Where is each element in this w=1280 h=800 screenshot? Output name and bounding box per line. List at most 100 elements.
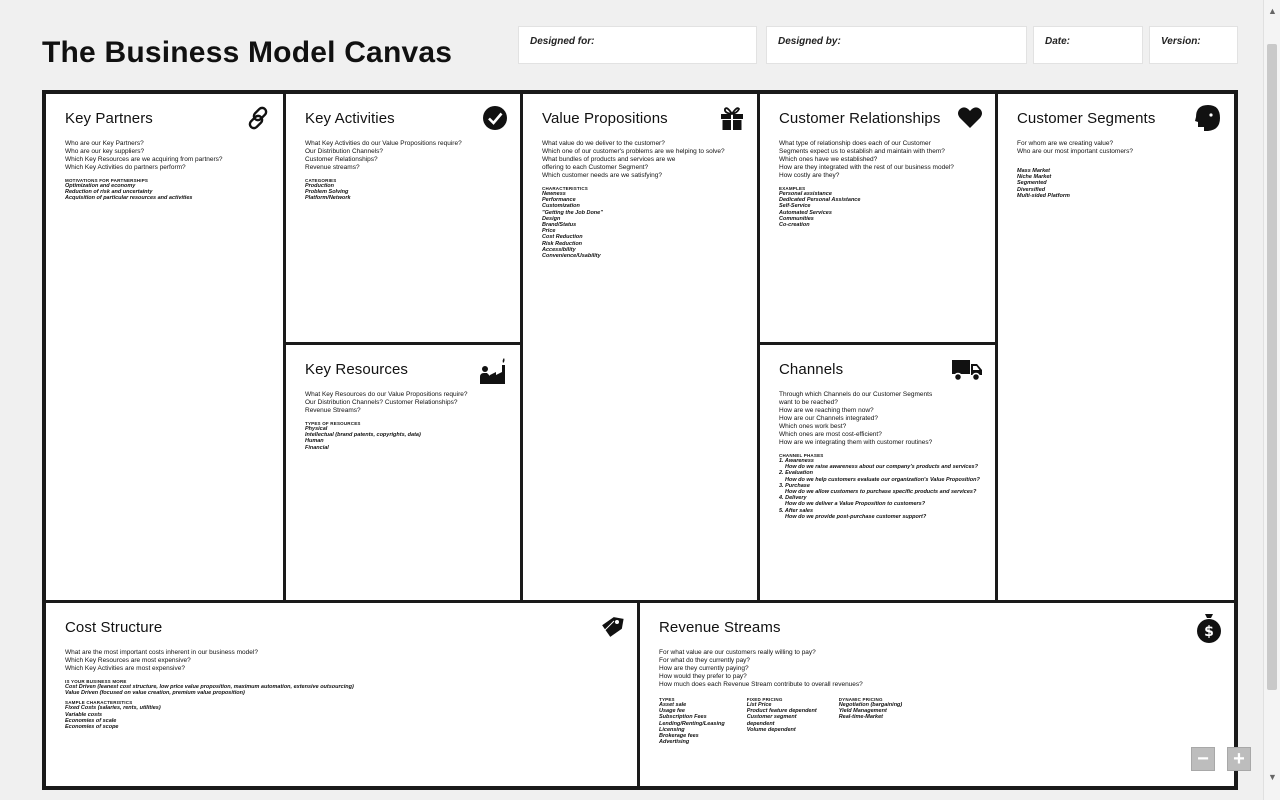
date-label: Date: [1045, 36, 1071, 47]
fixed-pricing-column: FIXED PRICING List Price Product feature… [747, 695, 817, 745]
version-field[interactable]: Version: [1149, 26, 1238, 64]
question: want to be reached? [779, 399, 838, 406]
question: Who are our Key Partners? [65, 140, 144, 147]
questions: What are the most important costs inhere… [65, 649, 637, 673]
question: Our Distribution Channels? [305, 148, 384, 155]
list-item: Platform/Network [305, 195, 351, 202]
question: How are they currently paying? [659, 665, 749, 672]
list-item: Real-time-Market [838, 714, 884, 721]
questions: Who are our Key Partners? Who are our ke… [65, 140, 283, 172]
question: What Key Resources do our Value Proposit… [305, 391, 468, 398]
questions: Through which Channels do our Customer S… [779, 391, 995, 447]
question: Who are our key suppliers? [65, 148, 145, 155]
version-label: Version: [1161, 36, 1201, 47]
question: What are the most important costs inhere… [65, 649, 258, 656]
question: Revenue Streams? [305, 407, 361, 414]
phase-desc: How do we allow customers to purchase sp… [785, 489, 977, 496]
questions: What Key Activities do our Value Proposi… [305, 140, 520, 172]
question: Revenue streams? [305, 164, 360, 171]
list-item: Advertising [659, 739, 690, 746]
factory-worker-icon [480, 358, 505, 384]
zoom-in-button[interactable]: + [1227, 747, 1251, 771]
heart-icon [958, 107, 982, 128]
question: What Key Activities do our Value Proposi… [305, 140, 462, 147]
block-title: Cost Structure [65, 619, 163, 636]
question: Which one of our customer's problems are… [542, 148, 725, 155]
list-item: Acquisition of particular resources and … [65, 195, 193, 202]
question: Which ones work best? [779, 423, 847, 430]
business-model-canvas: Key Partners Who are our Key Partners? W… [42, 90, 1238, 790]
vertical-scrollbar[interactable]: ▲ ▼ [1263, 0, 1280, 800]
cost-structure-block[interactable]: Cost Structure What are the most importa… [46, 603, 637, 786]
date-field[interactable]: Date: [1033, 26, 1143, 64]
dynamic-pricing-column: DYNAMIC PRICING Negotiation (bargaining)… [839, 695, 903, 745]
question: Which Key Activities do partners perform… [65, 164, 186, 171]
key-activities-block[interactable]: Key Activities What Key Activities do ou… [286, 94, 520, 342]
list-item: Lending/Renting/Leasing [659, 720, 725, 727]
questions: What value do we deliver to the customer… [542, 140, 757, 180]
question: Segments expect us to establish and main… [779, 148, 945, 155]
truck-icon [952, 360, 982, 382]
question: Which Key Resources are most expensive? [65, 657, 191, 664]
question: How are we integrating them with custome… [779, 439, 933, 446]
question: How are they integrated with the rest of… [779, 164, 954, 171]
list-item: Multi-sided Platform [1017, 192, 1070, 199]
question: For what value are our customers really … [659, 649, 816, 656]
questions: What Key Resources do our Value Proposit… [305, 391, 520, 415]
money-bag-icon: $ [1197, 614, 1221, 643]
designed-for-field[interactable]: Designed for: [518, 26, 757, 64]
types-column: TYPES Asset sale Usage fee Subscription … [659, 695, 725, 745]
checkmark-icon [483, 106, 507, 130]
question: How are our Channels integrated? [779, 415, 879, 422]
designed-by-label: Designed by: [778, 36, 841, 47]
question: Through which Channels do our Customer S… [779, 391, 933, 398]
question: How costly are they? [779, 172, 840, 179]
scroll-down-arrow[interactable]: ▼ [1268, 772, 1277, 782]
list-item: Value Driven (focused on value creation,… [65, 690, 245, 697]
question: Which ones have we established? [779, 156, 878, 163]
question: What value do we deliver to the customer… [542, 140, 665, 147]
list-item: Economies of scope [65, 724, 119, 731]
revenue-streams-block[interactable]: Revenue Streams $ For what value are our… [640, 603, 1234, 786]
questions: For whom are we creating value? Who are … [1017, 140, 1234, 156]
list-item: Convenience/Usability [542, 253, 601, 260]
phase-desc: How do we provide post-purchase customer… [785, 513, 927, 520]
page-title: The Business Model Canvas [42, 36, 453, 69]
question: offering to each Customer Segment? [542, 164, 649, 171]
face-icon [1195, 105, 1220, 131]
question: Our Distribution Channels? Customer Rela… [305, 399, 458, 406]
questions: What type of relationship does each of o… [779, 140, 995, 180]
question: Customer Relationships? [305, 156, 378, 163]
list-item: Financial [305, 444, 329, 451]
phase-desc: How do we help customers evaluate our or… [785, 476, 980, 483]
value-propositions-block[interactable]: Value Propositions What value do we deli… [523, 94, 757, 600]
key-partners-block[interactable]: Key Partners Who are our Key Partners? W… [46, 94, 283, 600]
question: How much does each Revenue Stream contri… [659, 681, 863, 688]
questions: For what value are our customers really … [659, 649, 1234, 689]
channels-block[interactable]: Channels Through which Channels do our C… [760, 345, 995, 600]
question: What bundles of products and services ar… [542, 156, 676, 163]
key-resources-block[interactable]: Key Resources What Key Resources do our … [286, 345, 520, 600]
zoom-out-button[interactable]: − [1191, 747, 1215, 771]
designed-for-label: Designed for: [530, 36, 595, 47]
question: Who are our most important customers? [1017, 148, 1133, 155]
question: How would they prefer to pay? [659, 673, 747, 680]
question: Which customer needs are we satisfying? [542, 172, 662, 179]
designed-by-field[interactable]: Designed by: [766, 26, 1027, 64]
price-tag-icon [602, 617, 624, 637]
svg-text:$: $ [1204, 624, 1214, 640]
list-item: Co-creation [779, 222, 810, 229]
customer-segments-block[interactable]: Customer Segments For whom are we creati… [998, 94, 1234, 600]
question: Which Key Resources are we acquiring fro… [65, 156, 223, 163]
block-title: Revenue Streams [659, 619, 781, 636]
list-item: Volume dependent [746, 726, 796, 733]
pricing-columns: TYPES Asset sale Usage fee Subscription … [659, 695, 1234, 745]
gift-icon [721, 107, 743, 130]
customer-relationships-block[interactable]: Customer Relationships What type of rela… [760, 94, 995, 342]
scroll-up-arrow[interactable]: ▲ [1268, 6, 1277, 16]
question: What type of relationship does each of o… [779, 140, 931, 147]
question: Which Key Activities are most expensive? [65, 665, 185, 672]
question: For what do they currently pay? [659, 657, 751, 664]
scrollbar-thumb[interactable] [1267, 44, 1277, 690]
link-icon [248, 106, 268, 130]
